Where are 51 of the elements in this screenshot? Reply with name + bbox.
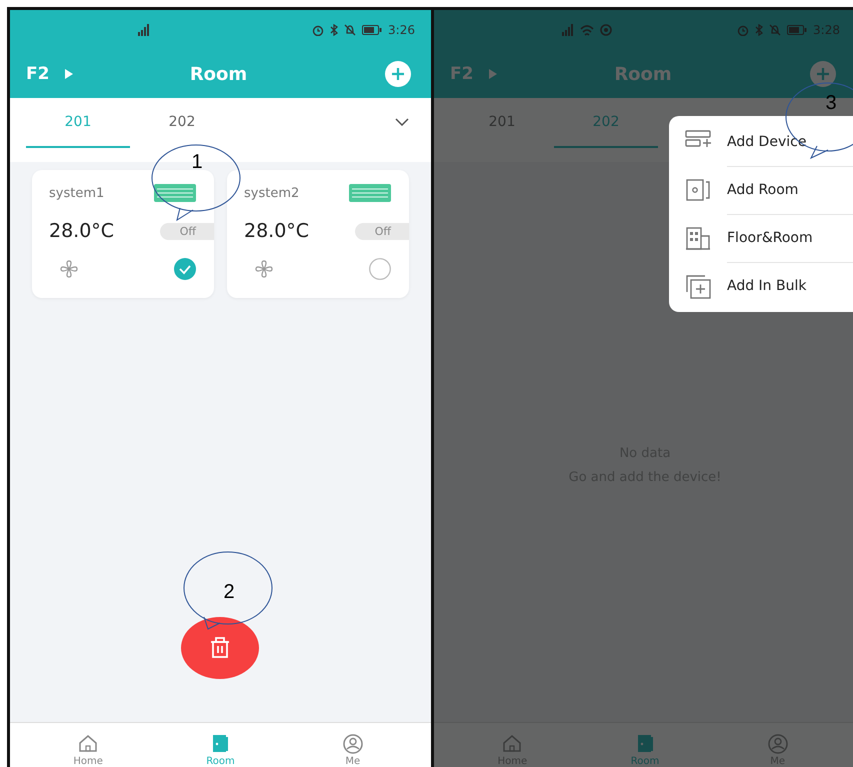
stacked-squares-plus-icon <box>685 274 711 298</box>
add-button[interactable] <box>385 61 411 87</box>
device-card[interactable]: system2 28.0°C Off <box>227 170 409 298</box>
device-name: system2 <box>244 186 300 200</box>
fan-icon <box>59 259 79 279</box>
signal-icon <box>562 24 574 36</box>
nav-tab[interactable]: Me <box>322 723 383 767</box>
air-conditioner-icon <box>154 184 196 202</box>
page-title: Room <box>190 64 248 84</box>
floor-selector[interactable]: F2 <box>26 64 106 84</box>
chevron-down-icon[interactable] <box>395 118 409 126</box>
number-tab[interactable]: 202 <box>554 98 658 148</box>
temperature: 28.0°C <box>244 220 310 242</box>
battery-icon <box>362 25 382 35</box>
door-icon <box>685 178 711 202</box>
me-icon <box>766 732 789 754</box>
home-icon <box>77 732 100 754</box>
number-tab[interactable]: 201 <box>26 98 130 148</box>
nav-tab[interactable]: Room <box>190 723 250 767</box>
building-icon <box>685 226 711 250</box>
alarm-icon <box>737 24 750 36</box>
bluetooth-icon <box>755 24 764 36</box>
muted-bell-icon <box>769 24 782 36</box>
add-button[interactable] <box>810 61 836 87</box>
triangle-icon <box>65 69 74 79</box>
muted-bell-icon <box>344 24 356 36</box>
nav-tab[interactable]: Room <box>614 723 675 767</box>
me-icon <box>342 732 364 754</box>
select-checkbox[interactable] <box>174 258 196 280</box>
power-status[interactable]: Off <box>160 222 214 240</box>
hotspot-icon <box>600 24 612 36</box>
alarm-icon <box>312 24 324 36</box>
fan-icon <box>254 259 274 279</box>
device-name: system1 <box>49 186 104 200</box>
signal-icon <box>138 24 150 36</box>
status-time: 3:26 <box>388 23 415 37</box>
power-status[interactable]: Off <box>354 222 409 240</box>
device-card[interactable]: system1 28.0°C Off <box>32 170 214 298</box>
battery-icon <box>787 25 808 35</box>
triangle-icon <box>489 69 498 79</box>
home-icon <box>501 732 524 754</box>
nav-tab[interactable]: Home <box>58 723 118 767</box>
delete-button[interactable] <box>181 617 259 679</box>
floor-selector[interactable]: F2 <box>450 64 530 84</box>
bluetooth-icon <box>330 24 338 36</box>
select-checkbox[interactable] <box>369 258 391 280</box>
air-conditioner-icon <box>349 184 391 202</box>
number-tab[interactable]: 202 <box>130 98 234 148</box>
temperature: 28.0°C <box>49 220 114 242</box>
page-title: Room <box>614 64 672 84</box>
wifi-icon <box>580 24 594 36</box>
